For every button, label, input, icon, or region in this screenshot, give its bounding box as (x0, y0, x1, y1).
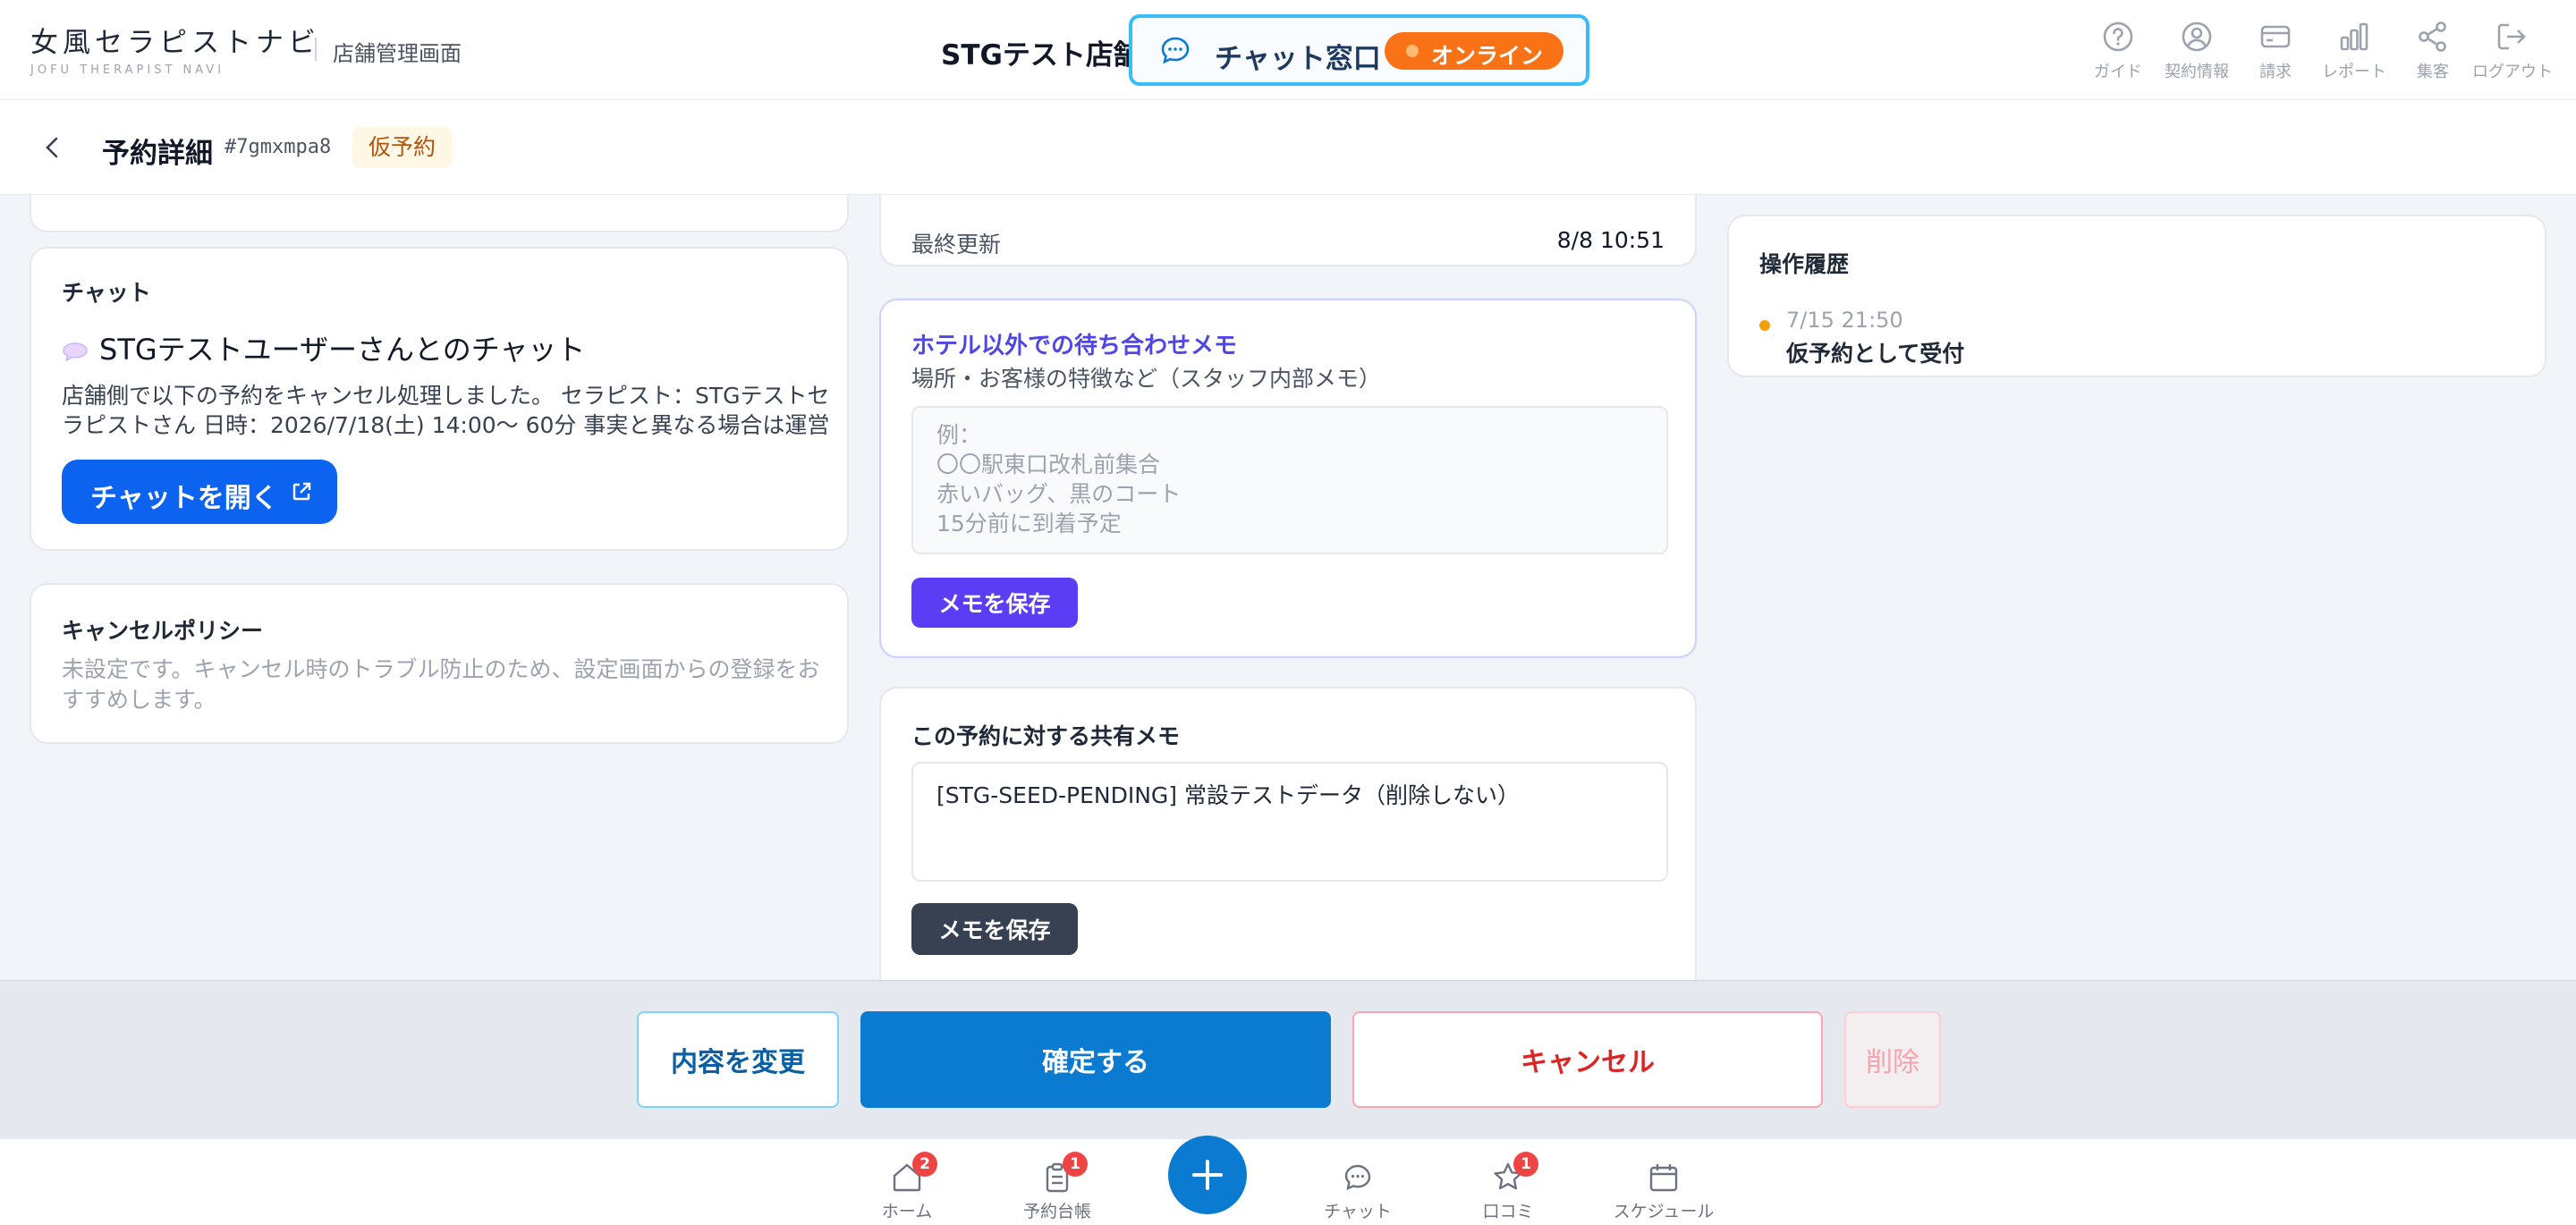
nav-report[interactable]: レポート (2315, 20, 2394, 82)
bottom-navigation: 2 ホーム 1 予約台帳 チャット 1 口コミ スケジュール (0, 1139, 2576, 1225)
status-dot (1406, 45, 1419, 57)
bottom-nav-bookings[interactable]: 1 予約台帳 (1004, 1152, 1111, 1222)
save-meeting-memo-button[interactable]: メモを保存 (911, 578, 1078, 628)
cancel-policy-card: キャンセルポリシー 未設定です。キャンセル時のトラブル防止のため、設定画面からの… (30, 583, 849, 744)
nav-marketing[interactable]: 集客 (2394, 20, 2472, 82)
page-subheader: 予約詳細 #7gmxmpa8 仮予約 (0, 100, 2576, 195)
open-chat-label: チャットを開く (90, 484, 278, 513)
header-divider (315, 38, 317, 61)
logo-title: 女風セラピストナビ (30, 27, 320, 59)
bottom-nav-home[interactable]: 2 ホーム (853, 1152, 961, 1222)
help-icon (2103, 21, 2133, 52)
speech-bubble-icon (63, 342, 88, 361)
online-status-label: オンライン (1431, 43, 1544, 69)
card-icon (2260, 25, 2291, 48)
store-name: STGテスト店舗 (941, 39, 1141, 72)
nav-billing-label: 請求 (2259, 63, 2292, 81)
bottom-nav-schedule-label: スケジュール (1613, 1202, 1715, 1221)
last-update-value: 8/8 10:51 (1556, 227, 1665, 253)
cancel-policy-text: 未設定です。キャンセル時のトラブル防止のため、設定画面からの登録をおすすめします… (62, 656, 820, 713)
chat-heading-text: STGテストユーザーさんとのチャット (99, 333, 586, 367)
bottom-nav-bookings-label: 予約台帳 (1022, 1202, 1091, 1221)
status-badge: 仮予約 (352, 127, 453, 168)
bar-chart-icon (2340, 22, 2368, 51)
nav-report-label: レポート (2322, 63, 2386, 81)
shared-memo-title: この予約に対する共有メモ (911, 723, 1181, 749)
cancel-policy-title: キャンセルポリシー (62, 618, 264, 644)
nav-guide[interactable]: ガイド (2079, 20, 2157, 82)
history-card: 操作履歴 7/15 21:50 仮予約として受付 (1727, 215, 2546, 377)
nav-billing[interactable]: 請求 (2236, 20, 2315, 82)
chat-card-title: チャット (62, 280, 151, 306)
add-fab-button[interactable] (1168, 1136, 1247, 1214)
history-time: 7/15 21:50 (1786, 308, 1903, 333)
chat-preview-text: 店舗側で以下の予約をキャンセル処理しました。 セラピスト：STGテストセラピスト… (62, 383, 830, 438)
chat-card: チャット STGテストユーザーさんとのチャット 店舗側で以下の予約をキャンセル処… (30, 247, 849, 551)
meeting-memo-card: ホテル以外での待ち合わせメモ 場所・お客様の特徴など（スタッフ内部メモ） 例： … (879, 299, 1697, 658)
history-title: 操作履歴 (1759, 251, 1850, 277)
chat-bubble-icon (1161, 37, 1190, 64)
cancel-button[interactable]: キャンセル (1352, 1011, 1823, 1108)
logo-subtitle: JOFU THERAPIST NAVI (30, 63, 225, 77)
action-bar: 内容を変更 確定する キャンセル 削除 (0, 980, 2576, 1139)
bottom-nav-home-label: ホーム (881, 1202, 933, 1221)
bottom-nav-chat-label: チャット (1324, 1202, 1392, 1221)
previous-card (30, 195, 849, 232)
plus-icon (1192, 1160, 1223, 1190)
page-title: 予約詳細 (102, 138, 213, 170)
history-text: 仮予約として受付 (1786, 341, 1965, 367)
bottom-nav-schedule[interactable]: スケジュール (1610, 1161, 1717, 1222)
edit-button[interactable]: 内容を変更 (637, 1011, 839, 1108)
chat-window-button[interactable]: チャット窓口 オンライン (1129, 14, 1589, 86)
top-navigation: ガイド 契約情報 請求 レポート 集客 ログアウト (2079, 20, 2553, 82)
external-link-icon (292, 482, 311, 501)
history-dot (1759, 320, 1770, 331)
meeting-memo-input[interactable]: 例： 〇〇駅東口改札前集合 赤いバッグ、黒のコート 15分前に到着予定 (911, 406, 1668, 554)
chat-icon (1344, 1164, 1371, 1191)
last-update-label: 最終更新 (911, 232, 1002, 258)
meeting-memo-subtitle: 場所・お客様の特徴など（スタッフ内部メモ） (911, 366, 1382, 392)
logout-icon (2497, 23, 2526, 50)
bookings-badge: 1 (1063, 1152, 1088, 1177)
bottom-nav-reviews-label: 口コミ (1482, 1202, 1534, 1221)
nav-contract[interactable]: 契約情報 (2157, 20, 2236, 82)
main-content: チャット STGテストユーザーさんとのチャット 店舗側で以下の予約をキャンセル処… (0, 195, 2576, 980)
admin-label: 店舗管理画面 (333, 41, 462, 66)
shared-memo-card: この予約に対する共有メモ [STG-SEED-PENDING] 常設テストデータ… (879, 687, 1697, 980)
last-update-card: 最終更新 8/8 10:51 (879, 195, 1697, 266)
online-status-badge: オンライン (1385, 32, 1563, 70)
nav-contract-label: 契約情報 (2165, 63, 2229, 81)
meeting-memo-title: ホテル以外での待ち合わせメモ (911, 333, 1238, 359)
home-badge: 2 (912, 1152, 937, 1177)
chat-window-label: チャット窓口 (1215, 43, 1381, 75)
nav-logout-label: ログアウト (2472, 63, 2553, 81)
bottom-nav-chat[interactable]: チャット (1304, 1161, 1411, 1222)
bottom-nav-reviews[interactable]: 1 口コミ (1454, 1152, 1562, 1222)
confirm-button[interactable]: 確定する (860, 1011, 1331, 1108)
delete-button[interactable]: 削除 (1844, 1011, 1941, 1108)
nav-marketing-label: 集客 (2417, 63, 2449, 81)
back-arrow-icon[interactable] (39, 134, 66, 161)
calendar-icon (1649, 1164, 1678, 1192)
user-icon (2182, 21, 2212, 52)
nav-logout[interactable]: ログアウト (2472, 20, 2553, 82)
shared-memo-input[interactable]: [STG-SEED-PENDING] 常設テストデータ（削除しない） (911, 762, 1668, 882)
save-shared-memo-button[interactable]: メモを保存 (911, 903, 1078, 955)
booking-id: #7gmxmpa8 (225, 136, 332, 158)
logo[interactable]: 女風セラピストナビ JOFU THERAPIST NAVI (30, 20, 320, 77)
chat-heading: STGテストユーザーさんとのチャット (62, 327, 585, 368)
nav-guide-label: ガイド (2094, 63, 2142, 81)
reviews-badge: 1 (1513, 1152, 1538, 1177)
app-header: 女風セラピストナビ JOFU THERAPIST NAVI 店舗管理画面 STG… (0, 0, 2576, 100)
open-chat-button[interactable]: チャットを開く (62, 460, 337, 524)
share-icon (2419, 21, 2446, 52)
